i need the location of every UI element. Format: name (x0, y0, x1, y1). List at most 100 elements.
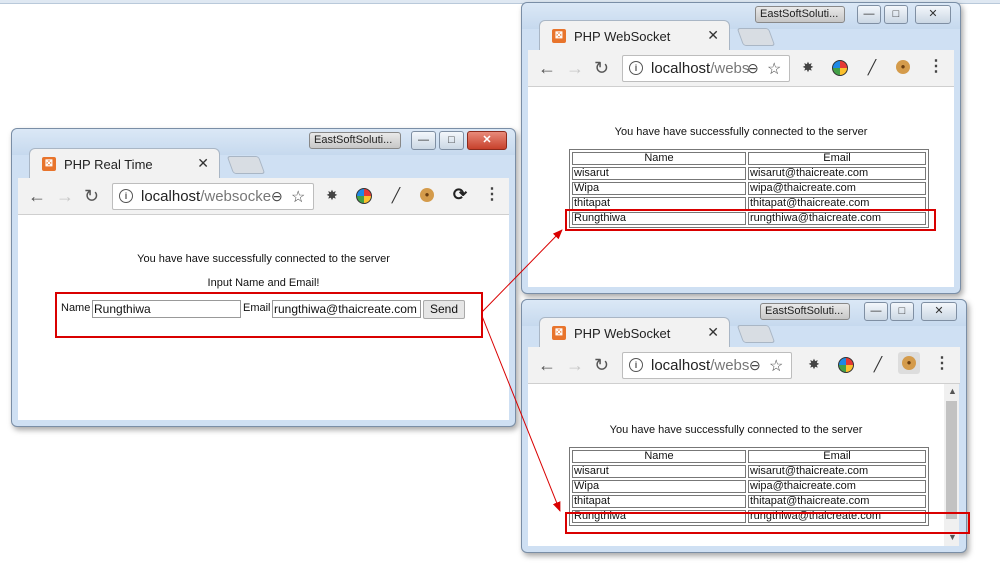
minimize-button[interactable]: — (857, 5, 881, 24)
xampp-icon: ⊠ (42, 157, 56, 171)
zoom-icon[interactable]: ⊖ (747, 60, 759, 77)
menu-icon[interactable]: ⋮ (484, 187, 500, 203)
input-prompt: Input Name and Email! (207, 277, 320, 289)
cell-email: wipa@thaicreate.com (748, 182, 926, 195)
zoom-icon[interactable]: ⊖ (749, 357, 761, 374)
close-tab-icon[interactable]: ✕ (707, 324, 719, 341)
table-header-row: Name Email (572, 152, 926, 165)
star-icon[interactable]: ☆ (767, 59, 781, 79)
browser-window-sender: EastSoftSoluti... — □ ✕ ⊠ PHP Real Time … (11, 128, 516, 427)
forward-arrow-icon[interactable]: → (56, 186, 74, 206)
cell-email: wisarut@thaicreate.com (748, 167, 926, 180)
forward-arrow-icon[interactable]: → (566, 355, 584, 375)
cell-name: thitapat (572, 495, 746, 508)
address-bar[interactable]: i localhost/webs ⊖ ☆ (622, 352, 792, 379)
tab-php-websocket[interactable]: ⊠ PHP WebSocket ✕ (539, 20, 730, 51)
tab-php-websocket[interactable]: ⊠ PHP WebSocket ✕ (539, 317, 730, 348)
tab-php-real-time[interactable]: ⊠ PHP Real Time ✕ (29, 148, 220, 179)
window-badge: EastSoftSoluti... (760, 303, 850, 320)
browser-toolbar: ← → ↻ i localhost/websocke ⊖ ☆ ✸ ╱ ● ⟳ ⋮ (18, 178, 509, 215)
color-wheel-icon[interactable] (356, 188, 372, 204)
cookie-icon[interactable]: ● (896, 60, 910, 74)
bug-icon[interactable]: ✸ (324, 187, 340, 203)
cell-email: wisarut@thaicreate.com (748, 465, 926, 478)
connection-status: You have have successfully connected to … (137, 253, 390, 265)
cookie-extension-button[interactable]: ● (898, 352, 920, 374)
connection-status: You have have successfully connected to … (609, 424, 863, 436)
cell-name: Wipa (572, 480, 746, 493)
close-window-button[interactable]: ✕ (467, 131, 507, 150)
tab-title: PHP Real Time (64, 157, 153, 172)
pen-icon[interactable]: ╱ (870, 356, 886, 372)
xampp-icon: ⊠ (552, 29, 566, 43)
close-window-button[interactable]: ✕ (921, 302, 957, 321)
highlight-new-row-top (565, 209, 936, 231)
tab-title: PHP WebSocket (574, 29, 671, 44)
new-tab-button[interactable] (736, 325, 776, 343)
back-arrow-icon[interactable]: ← (538, 58, 556, 78)
table-row: wisarut wisarut@thaicreate.com (572, 465, 926, 478)
cell-name: wisarut (572, 167, 746, 180)
xampp-icon: ⊠ (552, 326, 566, 340)
back-arrow-icon[interactable]: ← (28, 186, 46, 206)
tab-title: PHP WebSocket (574, 326, 671, 341)
info-icon[interactable]: i (629, 358, 643, 372)
table-row: wisarut wisarut@thaicreate.com (572, 167, 926, 180)
window-badge: EastSoftSoluti... (755, 6, 845, 23)
color-wheel-icon[interactable] (832, 60, 848, 76)
reload-icon[interactable]: ↻ (594, 58, 609, 78)
page-content: You have have successfully connected to … (528, 87, 954, 287)
sync-icon[interactable]: ⟳ (452, 186, 468, 203)
menu-icon[interactable]: ⋮ (934, 356, 950, 372)
close-window-button[interactable]: ✕ (915, 5, 951, 24)
minimize-button[interactable]: — (864, 302, 888, 321)
address-bar[interactable]: i localhost/websocke ⊖ ☆ (112, 183, 314, 210)
info-icon[interactable]: i (119, 189, 133, 203)
menu-icon[interactable]: ⋮ (928, 59, 944, 75)
table-header-row: Name Email (572, 450, 926, 463)
scrollbar-thumb[interactable] (946, 401, 957, 519)
cell-name: Wipa (572, 182, 746, 195)
star-icon[interactable]: ☆ (769, 356, 783, 376)
close-tab-icon[interactable]: ✕ (197, 155, 209, 172)
column-header-email: Email (748, 152, 926, 165)
new-tab-button[interactable] (226, 156, 266, 174)
bug-icon[interactable]: ✸ (806, 356, 822, 372)
pen-icon[interactable]: ╱ (388, 187, 404, 203)
column-header-name: Name (572, 152, 746, 165)
table-row: Wipa wipa@thaicreate.com (572, 480, 926, 493)
url-text: localhost/webs (651, 357, 750, 374)
back-arrow-icon[interactable]: ← (538, 355, 556, 375)
url-text: localhost/websocke (141, 188, 272, 205)
new-tab-button[interactable] (736, 28, 776, 46)
forward-arrow-icon[interactable]: → (566, 58, 584, 78)
maximize-button[interactable]: □ (439, 131, 464, 150)
cookie-icon[interactable]: ● (420, 188, 434, 202)
table-row: thitapat thitapat@thaicreate.com (572, 495, 926, 508)
address-bar[interactable]: i localhost/webs ⊖ ☆ (622, 55, 790, 82)
window-badge: EastSoftSoluti... (309, 132, 401, 149)
maximize-button[interactable]: □ (884, 5, 908, 24)
column-header-name: Name (572, 450, 746, 463)
browser-window-receiver-top: EastSoftSoluti... — □ ✕ ⊠ PHP WebSocket … (521, 2, 961, 294)
zoom-icon[interactable]: ⊖ (271, 188, 283, 205)
color-wheel-icon[interactable] (838, 357, 854, 373)
table-row: Wipa wipa@thaicreate.com (572, 182, 926, 195)
reload-icon[interactable]: ↻ (84, 186, 99, 206)
reload-icon[interactable]: ↻ (594, 355, 609, 375)
connection-status: You have have successfully connected to … (614, 126, 868, 138)
cell-name: wisarut (572, 465, 746, 478)
pen-icon[interactable]: ╱ (864, 59, 880, 75)
browser-toolbar: ← → ↻ i localhost/webs ⊖ ☆ ✸ ╱ ● ⋮ (528, 50, 954, 87)
column-header-email: Email (748, 450, 926, 463)
highlight-sender-form (55, 292, 483, 338)
star-icon[interactable]: ☆ (291, 187, 305, 207)
close-tab-icon[interactable]: ✕ (707, 27, 719, 44)
info-icon[interactable]: i (629, 61, 643, 75)
minimize-button[interactable]: — (411, 131, 436, 150)
cell-email: wipa@thaicreate.com (748, 480, 926, 493)
maximize-button[interactable]: □ (890, 302, 914, 321)
bug-icon[interactable]: ✸ (800, 59, 816, 75)
scroll-up-icon[interactable]: ▲ (948, 386, 957, 396)
url-text: localhost/webs (651, 60, 750, 77)
